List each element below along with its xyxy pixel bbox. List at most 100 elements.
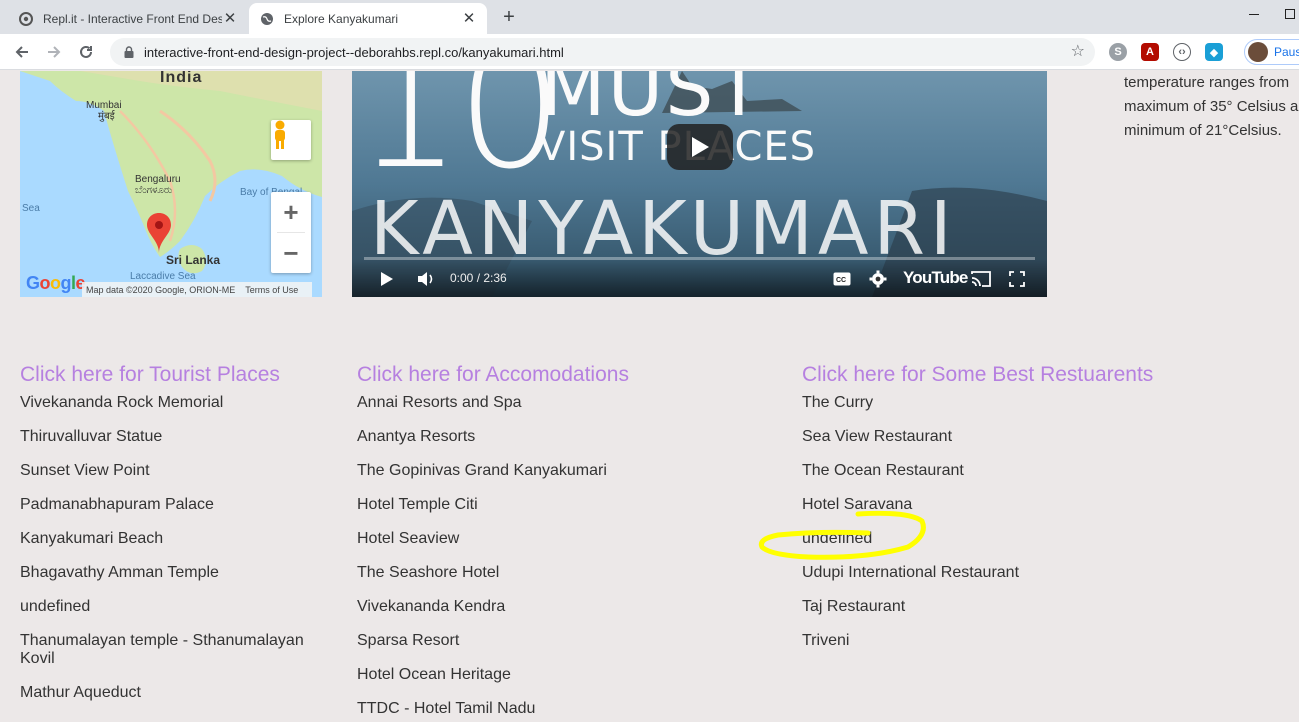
pdf-extension-icon[interactable]: A [1141, 43, 1159, 61]
map-label-sri-lanka: Sri Lanka [166, 253, 221, 267]
list-item: Thiruvalluvar Statue [20, 428, 163, 445]
list-item: Annai Resorts and Spa [357, 394, 522, 411]
minimize-icon[interactable] [1249, 14, 1259, 15]
youtube-logo[interactable]: YouTube [903, 268, 968, 288]
video-title-number: 10 [354, 71, 564, 207]
street-view-pegman[interactable] [271, 120, 311, 160]
settings-gear-icon[interactable] [868, 270, 888, 288]
page-content: India Mumbai मुंबई Bengaluru ಬೆಂಗಳೂರು Ba… [0, 71, 1299, 722]
map-label-sea: Sea [22, 203, 40, 214]
video-title-must: MUST [540, 71, 764, 133]
back-button[interactable] [11, 41, 33, 63]
svg-text:CC: CC [836, 277, 846, 284]
list-item: Kanyakumari Beach [20, 530, 164, 547]
video-play-button[interactable] [667, 124, 733, 170]
avatar [1248, 42, 1268, 62]
restaurants-link[interactable]: Click here for Some Best Restuarents [802, 362, 1222, 388]
weather-line: temperature ranges from [1124, 74, 1290, 91]
url-text: interactive-front-end-design-project--de… [144, 44, 564, 60]
map-label-india: India [160, 71, 203, 86]
pegman-icon [275, 120, 285, 149]
list-item: The Gopinivas Grand Kanyakumari [357, 462, 607, 479]
tourist-places-section: Click here for Tourist Places Vivekanand… [20, 362, 320, 718]
weather-text: temperature ranges from maximum of 35° C… [1124, 71, 1299, 143]
arrow-right-icon [48, 46, 61, 58]
weather-line: maximum of 35° Celsius a [1124, 98, 1299, 115]
window-controls [1239, 4, 1299, 26]
list-item: Vivekananda Kendra [357, 598, 506, 615]
accommodations-section: Click here for Accomodations Annai Resor… [357, 362, 757, 722]
weather-line: minimum of 21°Celsius. [1124, 122, 1282, 139]
tab-explore-kanyakumari[interactable]: Explore Kanyakumari ✕ [249, 3, 487, 34]
browser-toolbar: interactive-front-end-design-project--de… [0, 34, 1299, 70]
tourist-places-link[interactable]: Click here for Tourist Places [20, 362, 320, 388]
list-item: Vivekananda Rock Memorial [20, 394, 224, 411]
maximize-icon[interactable] [1285, 9, 1295, 19]
new-tab-button[interactable]: + [498, 7, 520, 29]
close-icon[interactable]: ✕ [461, 10, 477, 27]
list-item: Anantya Resorts [357, 428, 476, 445]
terms-of-use-link[interactable]: Terms of Use [245, 285, 298, 295]
google-logo[interactable]: Google [26, 273, 86, 294]
accommodations-link[interactable]: Click here for Accomodations [357, 362, 757, 388]
lock-icon [122, 45, 136, 59]
star-icon[interactable]: ☆ [1071, 43, 1085, 61]
list-item: Hotel Temple Citi [357, 496, 478, 513]
map-label-mumbai-local: मुंबई [98, 111, 115, 122]
volume-icon[interactable] [416, 270, 436, 288]
video-time: 0:00 / 2:36 [450, 271, 507, 285]
fullscreen-icon[interactable] [1008, 270, 1026, 288]
play-control-icon[interactable] [378, 270, 396, 288]
list-item: TTDC - Hotel Tamil Nadu [357, 700, 536, 717]
map-marker-icon[interactable] [147, 213, 171, 253]
list-item: The Seashore Hotel [357, 564, 500, 581]
cube-extension-icon[interactable]: ◆ [1205, 43, 1223, 61]
list-item: undefined [20, 598, 91, 615]
zoom-out-button[interactable]: − [271, 233, 311, 273]
map-zoom-control: + − [271, 192, 311, 273]
play-icon [692, 137, 709, 157]
map-label-bengaluru: Bengaluru [135, 174, 181, 185]
list-item: The Curry [802, 394, 874, 411]
code-extension-icon[interactable]: ‹› [1173, 43, 1191, 61]
list-item: Sea View Restaurant [802, 428, 953, 445]
list-item: Sparsa Resort [357, 632, 460, 649]
list-item: Padmanabhapuram Palace [20, 496, 214, 513]
map-label-laccadive-sea: Laccadive Sea [130, 271, 196, 282]
reload-button[interactable] [75, 41, 97, 63]
list-item: Hotel Seaview [357, 530, 460, 547]
youtube-video-player[interactable]: 10 MUST VISIT PLACES KANYAKUMARI 0:00 / … [352, 71, 1047, 297]
list-item: Hotel Ocean Heritage [357, 666, 511, 683]
tab-title: Explore Kanyakumari [284, 11, 399, 26]
tab-replit[interactable]: Repl.it - Interactive Front End Des ✕ [8, 3, 248, 34]
map-label-mumbai: Mumbai [86, 100, 122, 111]
highlight-annotation [758, 510, 926, 560]
cast-icon[interactable] [970, 270, 992, 288]
profile-label: Paus [1274, 45, 1299, 59]
list-item: Udupi International Restaurant [802, 564, 1020, 581]
tab-strip: Repl.it - Interactive Front End Des ✕ Ex… [0, 0, 1299, 34]
arrow-left-icon [15, 46, 28, 58]
skype-extension-icon[interactable]: S [1109, 43, 1127, 61]
list-item: Sunset View Point [20, 462, 150, 479]
map-data-credit: Map data ©2020 Google, ORION-ME [86, 284, 236, 295]
captions-icon[interactable]: CC [832, 270, 852, 288]
list-item: Mathur Aqueduct [20, 684, 141, 701]
forward-button[interactable] [43, 41, 65, 63]
list-item: Bhagavathy Amman Temple [20, 564, 219, 581]
map-label-bengaluru-local: ಬೆಂಗಳೂರು [135, 185, 173, 196]
tab-title: Repl.it - Interactive Front End Des [43, 11, 222, 26]
map-attribution: Map data ©2020 Google, ORION-ME Terms of… [82, 282, 313, 297]
google-map[interactable]: India Mumbai मुंबई Bengaluru ಬೆಂಗಳೂರು Ba… [20, 71, 322, 297]
profile-button[interactable]: Paus [1244, 39, 1299, 65]
list-item: Taj Restaurant [802, 598, 906, 615]
close-icon[interactable]: ✕ [222, 10, 238, 27]
reload-icon [80, 45, 92, 58]
video-progress-bar[interactable] [364, 257, 1035, 260]
globe-icon [259, 11, 275, 27]
list-item: Thanumalayan temple - Sthanumalayan Kovi… [20, 632, 304, 667]
replit-icon [18, 11, 34, 27]
list-item: Triveni [802, 632, 850, 649]
zoom-in-button[interactable]: + [271, 192, 311, 232]
address-bar[interactable]: interactive-front-end-design-project--de… [110, 38, 1095, 66]
